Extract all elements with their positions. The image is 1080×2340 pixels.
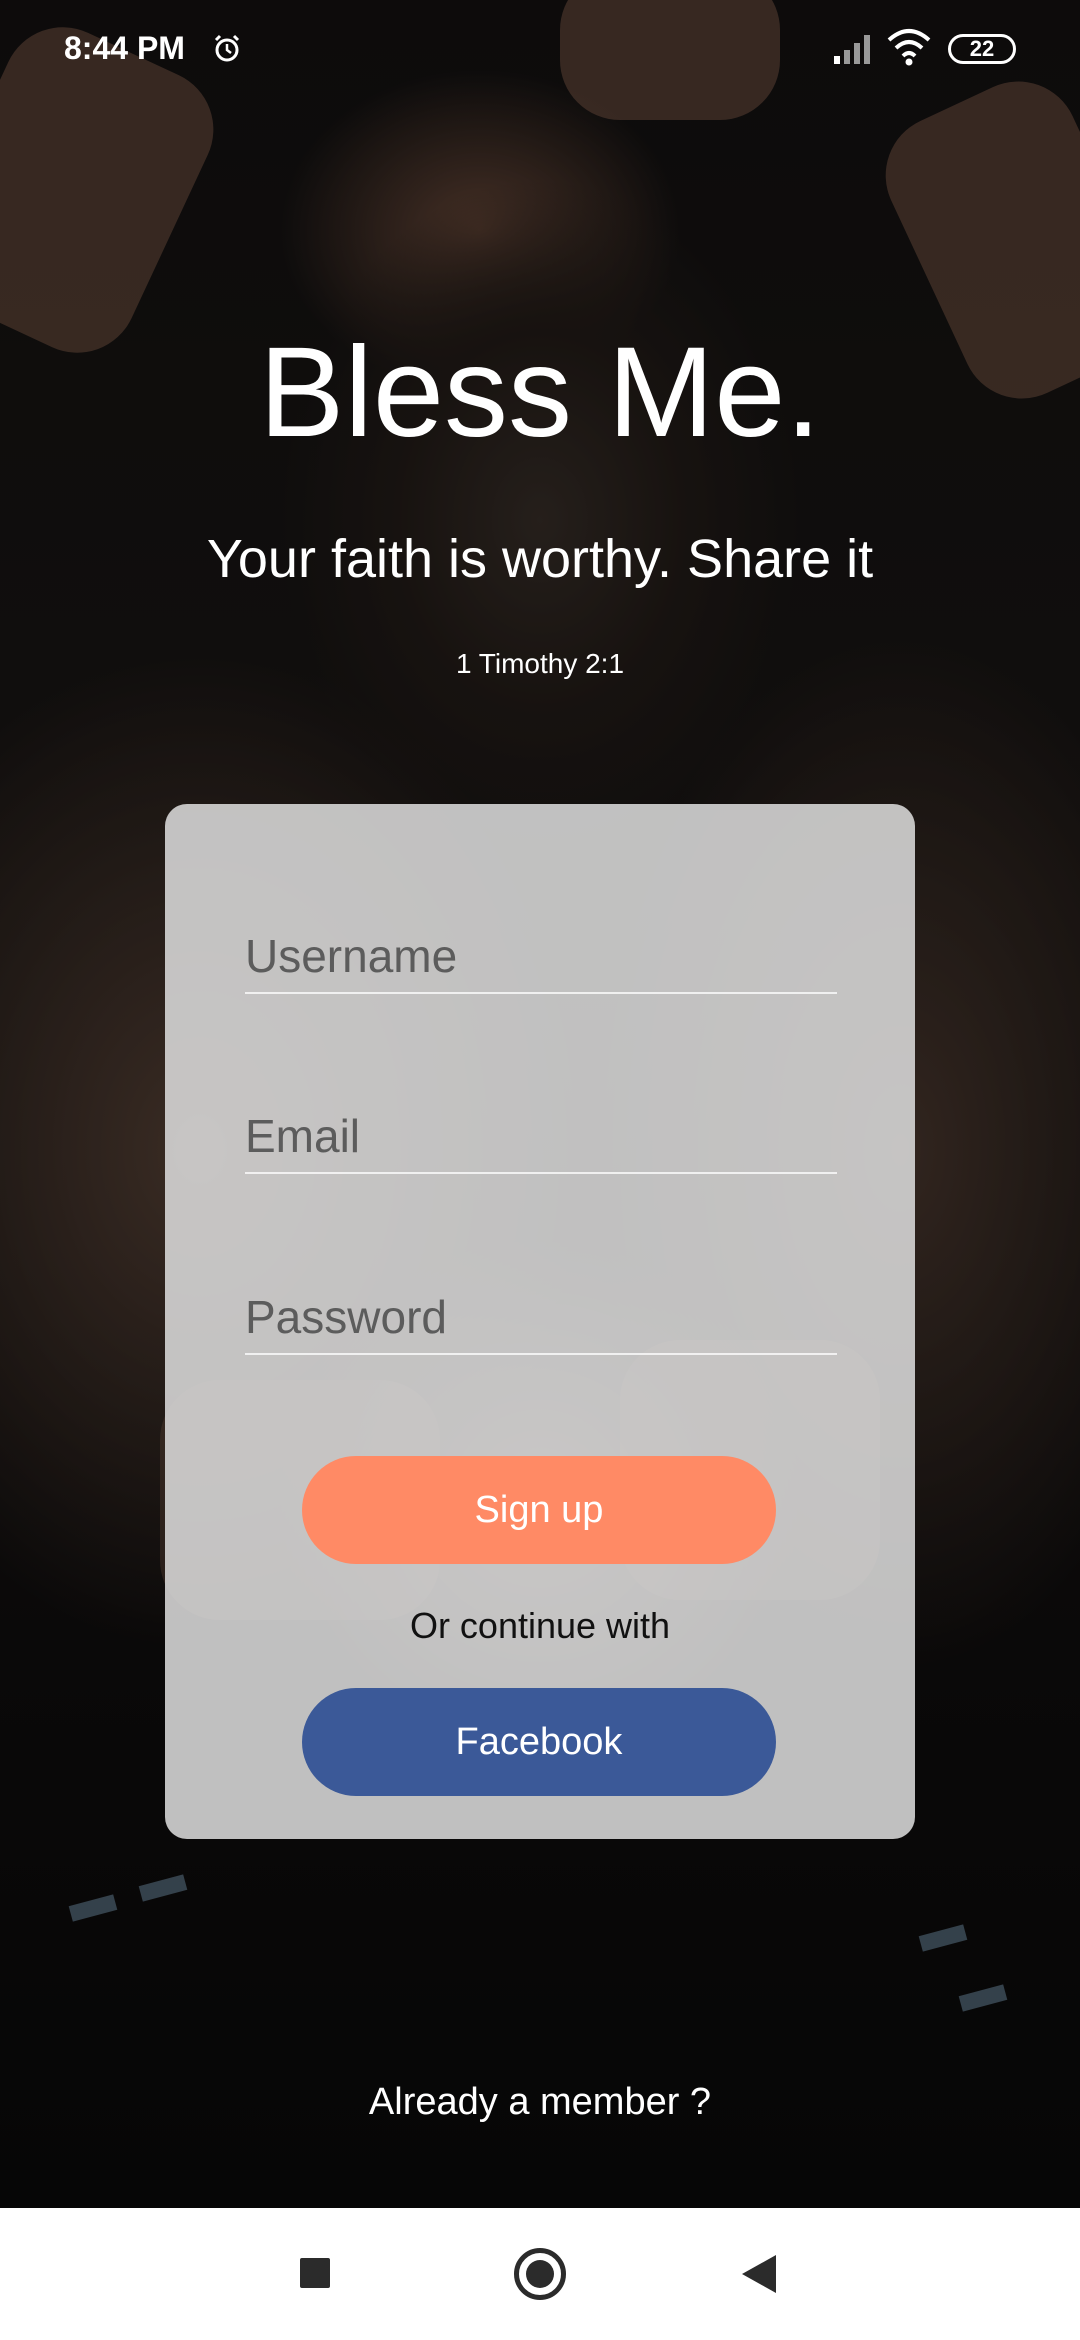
home-icon[interactable] <box>514 2248 566 2300</box>
or-continue-text: Or continue with <box>409 1605 671 1646</box>
battery-icon: 22 <box>948 34 1016 64</box>
app-title: Bless Me. <box>259 321 821 464</box>
username-input[interactable] <box>245 920 837 992</box>
wifi-icon <box>887 29 931 66</box>
username-field-container <box>245 920 837 994</box>
email-field-container <box>245 1100 837 1174</box>
already-member-link[interactable]: Already a member ? <box>0 2078 1080 2126</box>
password-input[interactable] <box>245 1281 837 1353</box>
back-icon[interactable] <box>742 2255 776 2293</box>
verse-reference: 1 Timothy 2:1 <box>455 648 625 679</box>
navigation-bar <box>0 2208 1080 2340</box>
alarm-icon <box>214 34 240 62</box>
email-input[interactable] <box>245 1100 837 1172</box>
status-time: 8:44 PM <box>64 30 185 66</box>
signup-button[interactable]: Sign up <box>302 1456 776 1564</box>
signup-card: Sign up Or continue with Facebook <box>165 804 915 1839</box>
signup-screen: 8:44 PM 22 Bless Me. Your faith is worth… <box>0 0 1080 2340</box>
battery-level: 22 <box>969 36 995 61</box>
password-field-container <box>245 1281 837 1355</box>
tagline: Your faith is worthy. Share it <box>206 529 874 589</box>
signal-icon <box>834 35 870 64</box>
recent-apps-icon[interactable] <box>300 2258 330 2288</box>
status-bar: 8:44 PM 22 <box>0 0 1080 100</box>
facebook-button[interactable]: Facebook <box>302 1688 776 1796</box>
